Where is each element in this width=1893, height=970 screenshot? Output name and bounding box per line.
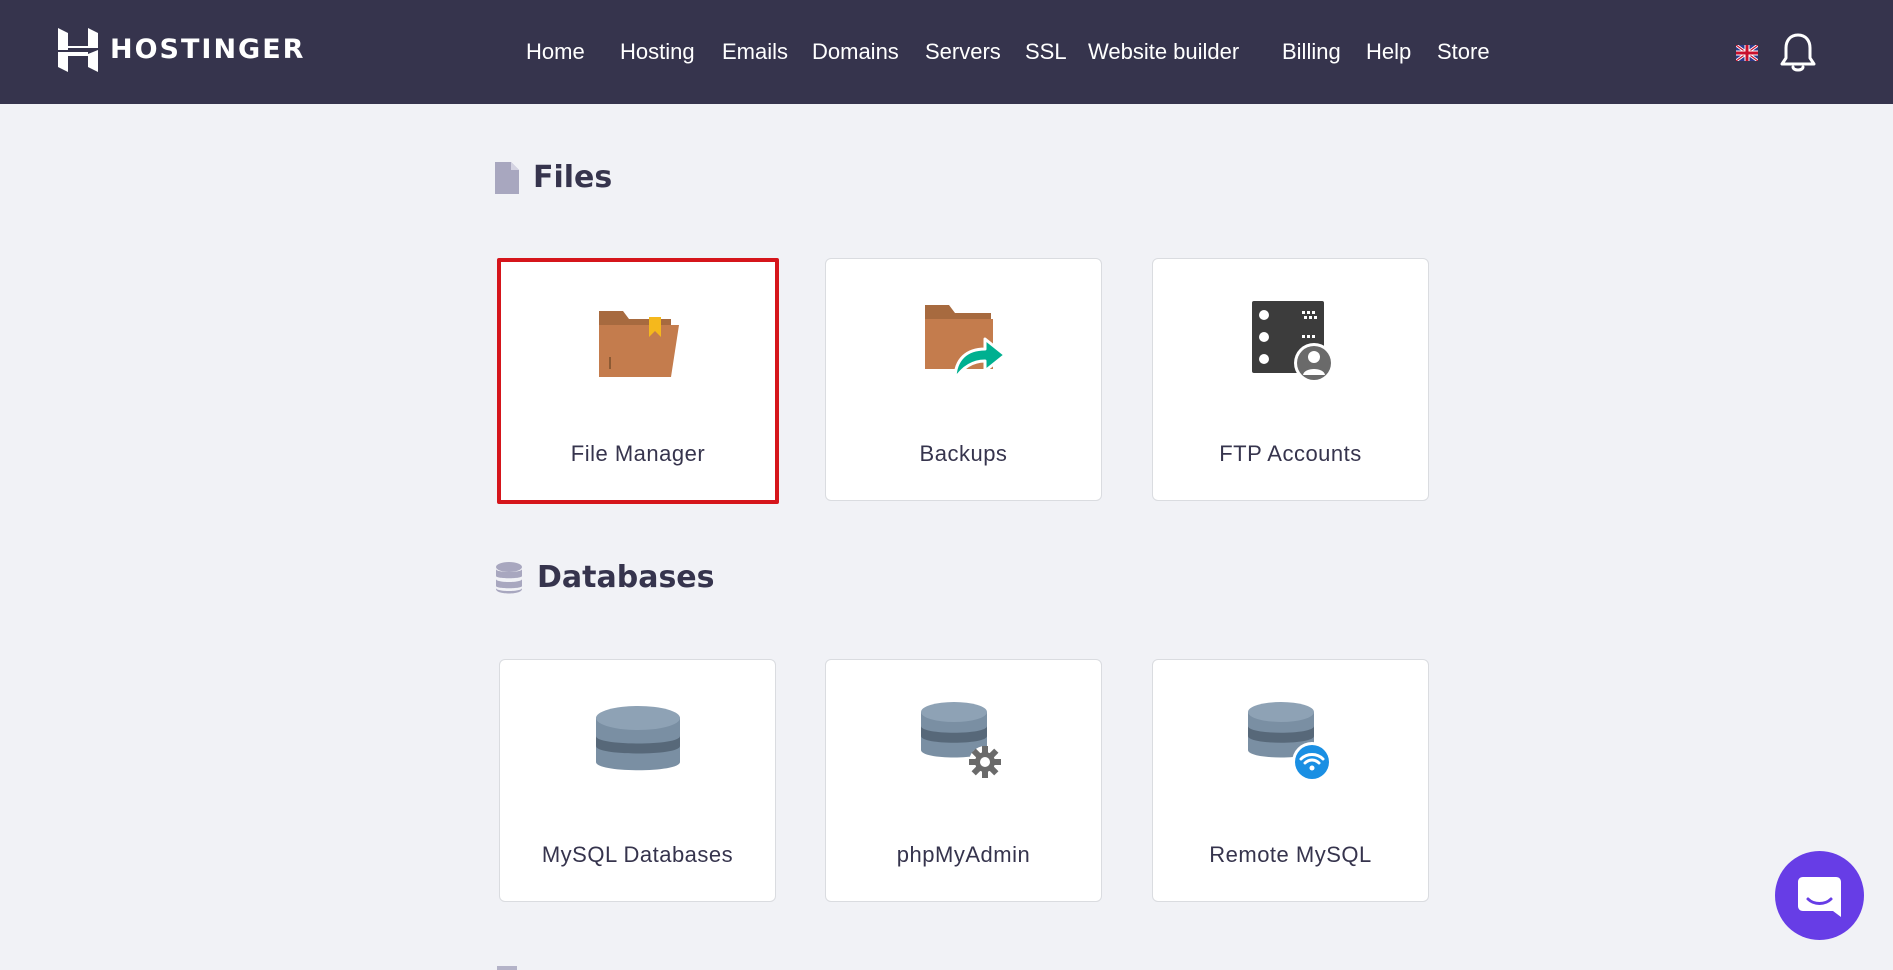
remote-mysql-label: Remote MySQL <box>1209 842 1372 867</box>
backup-folder-icon <box>924 305 1006 381</box>
file-icon <box>495 161 519 194</box>
remote-mysql-card[interactable]: Remote MySQL <box>1152 659 1429 902</box>
backups-label: Backups <box>919 441 1008 466</box>
file-manager-label: File Manager <box>570 441 706 466</box>
database-icon <box>496 561 522 593</box>
databases-section-title: Databases <box>537 560 715 595</box>
ftp-accounts-label: FTP Accounts <box>1219 441 1362 466</box>
phpmyadmin-icon <box>920 702 1001 778</box>
nav-servers[interactable]: Servers <box>925 36 1001 68</box>
mysql-databases-label: MySQL Databases <box>541 842 734 867</box>
chat-button[interactable] <box>1775 851 1864 940</box>
nav-ssl[interactable]: SSL <box>1025 36 1067 68</box>
top-navigation-bar: HOSTINGER Home Hosting Emails Domains Se… <box>0 0 1893 104</box>
remote-mysql-icon <box>1247 702 1332 782</box>
uk-flag-icon[interactable] <box>1736 45 1758 61</box>
nav-hosting[interactable]: Hosting <box>620 36 695 68</box>
backups-card[interactable]: Backups <box>825 258 1102 501</box>
databases-section-header: Databases <box>495 560 715 595</box>
mysql-databases-card[interactable]: MySQL Databases <box>499 659 776 902</box>
nav-emails[interactable]: Emails <box>722 36 788 68</box>
nav-store[interactable]: Store <box>1437 36 1490 68</box>
nav-help[interactable]: Help <box>1366 36 1411 68</box>
phpmyadmin-card[interactable]: phpMyAdmin <box>825 659 1102 902</box>
next-section-icon <box>497 966 517 970</box>
folder-icon <box>599 311 679 377</box>
main-nav: Home Hosting Emails Domains Servers SSL … <box>0 0 1893 104</box>
chat-icon <box>1798 877 1841 917</box>
ftp-server-icon <box>1251 301 1334 383</box>
nav-website-builder[interactable]: Website builder <box>1088 36 1239 68</box>
bell-icon[interactable] <box>1779 32 1817 74</box>
file-manager-card[interactable]: File Manager <box>497 258 779 504</box>
mysql-database-icon <box>595 706 680 771</box>
files-section-header: Files <box>495 160 612 195</box>
ftp-accounts-card[interactable]: FTP Accounts <box>1152 258 1429 501</box>
nav-home[interactable]: Home <box>526 36 585 68</box>
nav-billing[interactable]: Billing <box>1282 36 1341 68</box>
files-section-title: Files <box>533 160 613 195</box>
nav-domains[interactable]: Domains <box>812 36 899 68</box>
phpmyadmin-label: phpMyAdmin <box>896 842 1031 867</box>
